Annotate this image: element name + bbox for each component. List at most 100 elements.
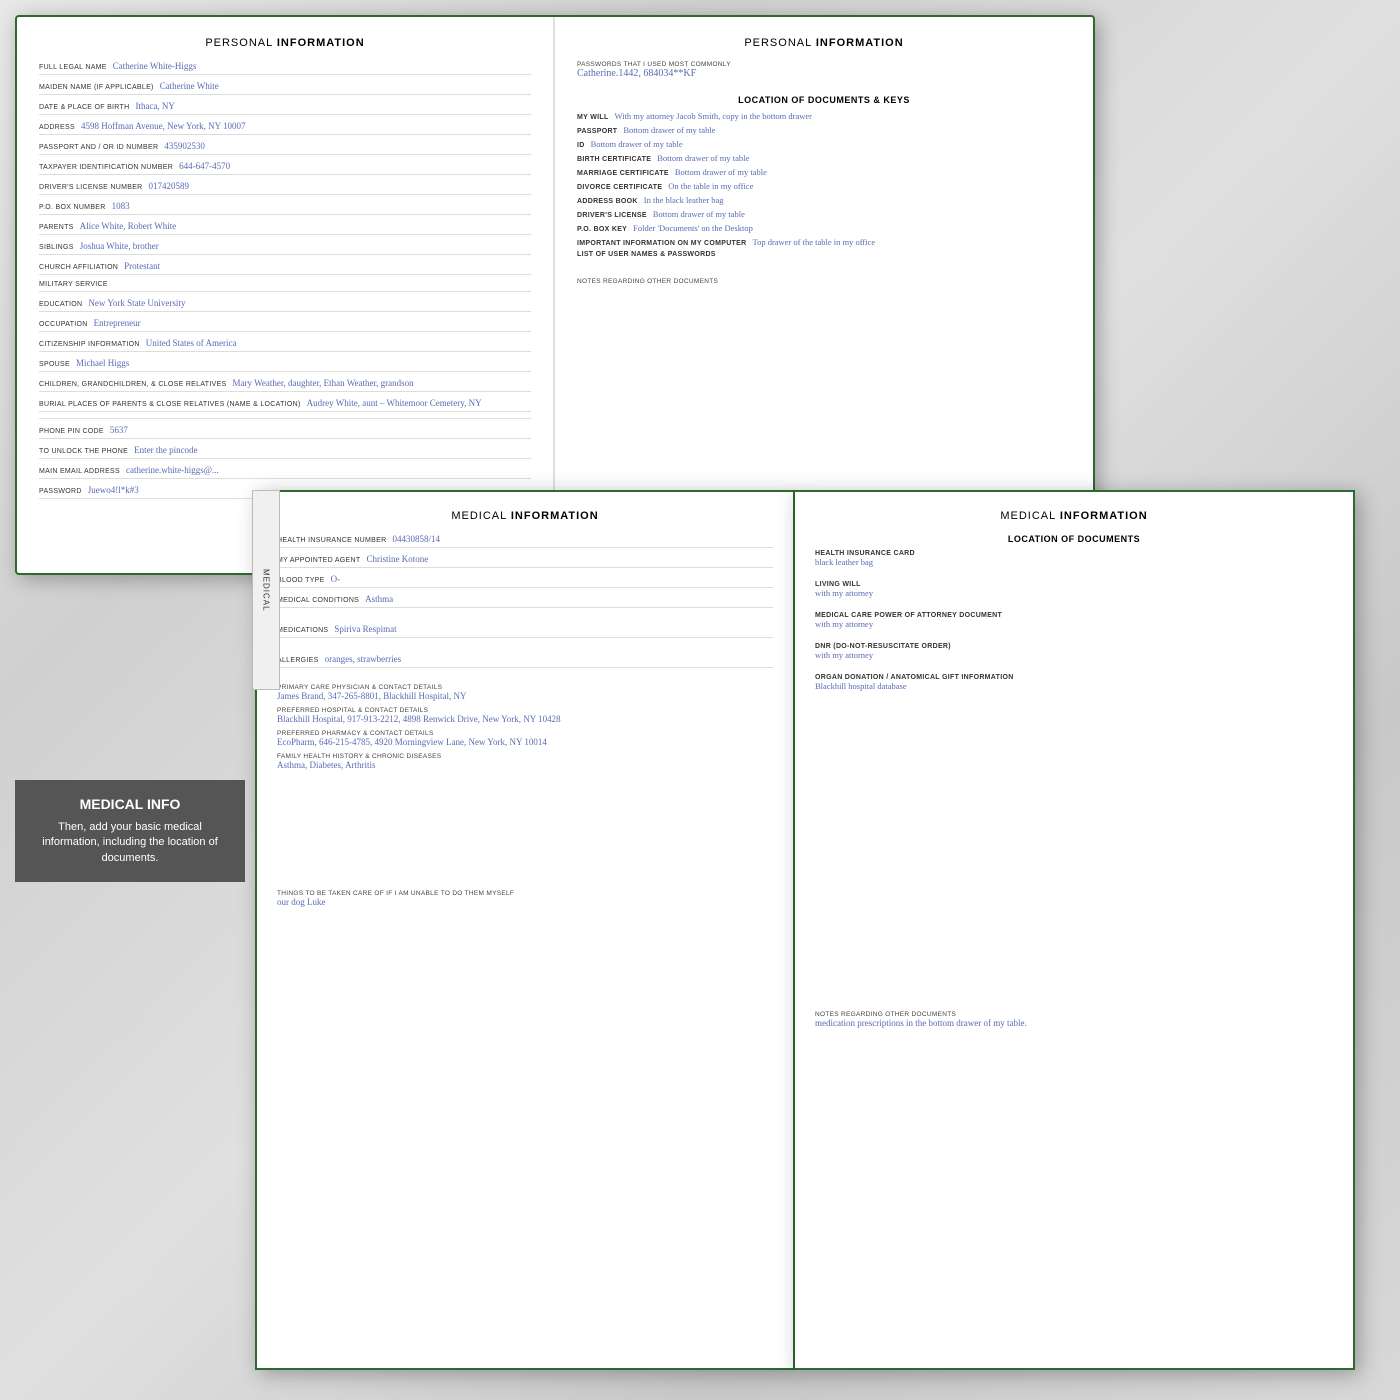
field-conditions: MEDICAL CONDITIONS Asthma [277, 594, 773, 608]
field-dob: DATE & PLACE OF BIRTH Ithaca, NY [39, 101, 531, 115]
med-tooltip-text: Then, add your basic medical information… [31, 820, 229, 866]
medical-info-left-book: MEDICAL INFORMATION HEALTH INSURANCE NUM… [255, 490, 795, 1370]
field-maiden-name: MAIDEN NAME (IF APPLICABLE) Catherine Wh… [39, 81, 531, 95]
value-conditions: Asthma [365, 594, 773, 604]
label-taxpayer: TAXPAYER IDENTIFICATION NUMBER [39, 164, 173, 171]
value-spouse: Michael Higgs [76, 358, 531, 368]
value-maiden-name: Catherine White [160, 81, 531, 91]
label-spouse: SPOUSE [39, 361, 70, 368]
field-health-ins: HEALTH INSURANCE NUMBER 04430858/14 [277, 534, 773, 548]
medical-right-sidebar-tabs: MEDICAL ARRANGEMENTS DEPENDENTS FINANCE … [1353, 492, 1355, 1368]
value-children: Mary Weather, daughter, Ethan Weather, g… [233, 378, 531, 388]
tab-finance[interactable]: FINANCE [1093, 335, 1095, 414]
value-church: Protestant [124, 261, 531, 271]
med-loc-poa: MEDICAL CARE POWER OF ATTORNEY DOCUMENT … [815, 612, 1333, 629]
label-unlock-phone: TO UNLOCK THE PHONE [39, 448, 128, 455]
field-taxpayer: TAXPAYER IDENTIFICATION NUMBER 644-647-4… [39, 161, 531, 175]
tab-arrangements[interactable]: ARRANGEMENTS [1093, 176, 1095, 255]
med-tab-key-contacts[interactable]: KEY CONTACTS [1353, 1243, 1355, 1368]
value-health-ins: 04430858/14 [392, 534, 773, 544]
page-container: PERSONAL INFORMATION FULL LEGAL NAME Cat… [0, 0, 1400, 1400]
passwords-value: Catherine.1442, 684034**KF [577, 68, 1071, 79]
medical-spine: MEDICAL [252, 490, 280, 690]
label-passport: PASSPORT AND / OR ID NUMBER [39, 144, 158, 151]
loc-usernames: LIST OF USER NAMES & PASSWORDS [577, 251, 1071, 258]
med-tooltip-title: MEDICAL INFO [31, 796, 229, 812]
label-address: ADDRESS [39, 124, 75, 131]
family-health-label: FAMILY HEALTH HISTORY & CHRONIC DISEASES [277, 753, 773, 760]
medical-left-page: MEDICAL INFORMATION HEALTH INSURANCE NUM… [257, 492, 793, 925]
notes-section: NOTES REGARDING OTHER DOCUMENTS [577, 278, 1071, 285]
field-allergies: ALLERGIES oranges, strawberries [277, 654, 773, 668]
med-tab-dependents[interactable]: DEPENDENTS [1353, 742, 1355, 867]
hospital-label: PREFERRED HOSPITAL & CONTACT DETAILS [277, 707, 773, 714]
label-maiden-name: MAIDEN NAME (IF APPLICABLE) [39, 84, 154, 91]
value-dob: Ithaca, NY [135, 101, 531, 111]
left-page-title: PERSONAL INFORMATION [39, 37, 531, 49]
label-password: PASSWORD [39, 488, 82, 495]
medical-info-tooltip: MEDICAL INFO Then, add your basic medica… [15, 780, 245, 882]
loc-birth-cert: BIRTH CERTIFICATE Bottom drawer of my ta… [577, 153, 1071, 163]
field-parents: PARENTS Alice White, Robert White [39, 221, 531, 235]
field-spouse: SPOUSE Michael Higgs [39, 358, 531, 372]
loc-divorce-cert: DIVORCE CERTIFICATE On the table in my o… [577, 181, 1071, 191]
loc-passport: PASSPORT Bottom drawer of my table [577, 125, 1071, 135]
label-education: EDUCATION [39, 301, 82, 308]
label-blood-type: BLOOD TYPE [277, 577, 325, 584]
med-notes-section: NOTES REGARDING OTHER DOCUMENTS medicati… [815, 1011, 1333, 1028]
label-agent: MY APPOINTED AGENT [277, 557, 360, 564]
value-address: 4598 Hoffman Avenue, New York, NY 10007 [81, 121, 531, 131]
med-loc-organ: ORGAN DONATION / ANATOMICAL GIFT INFORMA… [815, 674, 1333, 691]
label-citizenship: CITIZENSHIP INFORMATION [39, 341, 140, 348]
loc-marriage-cert: MARRIAGE CERTIFICATE Bottom drawer of my… [577, 167, 1071, 177]
things-section: THINGS TO BE TAKEN CARE OF IF I AM UNABL… [277, 890, 773, 907]
med-tab-finance[interactable]: FINANCE [1353, 867, 1355, 992]
med-loc-living-will: LIVING WILL with my attorney [815, 581, 1333, 598]
tab-business[interactable]: BUSINESS [1093, 414, 1095, 493]
field-church: CHURCH AFFILIATION Protestant [39, 261, 531, 275]
tab-personal[interactable]: PERSONAL [1093, 17, 1095, 96]
label-occupation: OCCUPATION [39, 321, 88, 328]
label-medications: MEDICATIONS [277, 627, 328, 634]
field-burial: BURIAL PLACES OF PARENTS & CLOSE RELATIV… [39, 398, 531, 412]
field-blood-type: BLOOD TYPE O- [277, 574, 773, 588]
value-allergies: oranges, strawberries [325, 654, 773, 664]
field-unlock-phone: TO UNLOCK THE PHONE Enter the pincode [39, 445, 531, 459]
field-education: EDUCATION New York State University [39, 298, 531, 312]
med-tab-arrangements[interactable]: ARRANGEMENTS [1353, 617, 1355, 742]
label-burial: BURIAL PLACES OF PARENTS & CLOSE RELATIV… [39, 401, 301, 408]
medical-info-right-book: MEDICAL INFORMATION LOCATION OF DOCUMENT… [795, 490, 1355, 1370]
things-value: our dog Luke [277, 897, 773, 907]
label-pobox: P.O. BOX NUMBER [39, 204, 106, 211]
field-children: CHILDREN, GRANDCHILDREN, & CLOSE RELATIV… [39, 378, 531, 392]
loc-pobox-key: P.O. BOX KEY Folder 'Documents' on the D… [577, 223, 1071, 233]
value-citizenship: United States of America [146, 338, 531, 348]
med-tab-medical[interactable]: MEDICAL [1353, 492, 1355, 617]
allergies-section: ALLERGIES oranges, strawberries [277, 654, 773, 668]
value-unlock-phone: Enter the pincode [134, 445, 531, 455]
passwords-label: PASSWORDS THAT I USED MOST COMMONLY [577, 61, 1071, 68]
med-notes-label: NOTES REGARDING OTHER DOCUMENTS [815, 1011, 1333, 1018]
med-loc-dnr: DNR (DO-NOT-RESUSCITATE ORDER) with my a… [815, 643, 1333, 660]
label-children: CHILDREN, GRANDCHILDREN, & CLOSE RELATIV… [39, 381, 227, 388]
value-taxpayer: 644-647-4570 [179, 161, 531, 171]
physician-value: James Brand, 347-265-8801, Blackhill Hos… [277, 691, 773, 701]
field-pobox: P.O. BOX NUMBER 1083 [39, 201, 531, 215]
medical-left-title: MEDICAL INFORMATION [277, 510, 773, 522]
med-tab-business[interactable]: BUSINESS [1353, 993, 1355, 1118]
tab-medical[interactable]: MEDICAL [1093, 96, 1095, 175]
field-email: MAIN EMAIL ADDRESS catherine.white-higgs… [39, 465, 531, 479]
label-military: MILITARY SERVICE [39, 281, 108, 288]
value-siblings: Joshua White, brother [80, 241, 531, 251]
loc-will: MY WILL With my attorney Jacob Smith, co… [577, 111, 1071, 121]
label-license: DRIVER'S LICENSE NUMBER [39, 184, 143, 191]
value-passport: 435902530 [164, 141, 531, 151]
med-tab-beneficiaries[interactable]: BENEFICIARIES [1353, 1118, 1355, 1243]
field-license: DRIVER'S LICENSE NUMBER 017420589 [39, 181, 531, 195]
tab-dependents[interactable]: DEPENDENTS [1093, 255, 1095, 334]
label-dob: DATE & PLACE OF BIRTH [39, 104, 129, 111]
medical-spine-label: MEDICAL [262, 569, 271, 612]
pharmacy-value: EcoPharm, 646-215-4785, 4920 Morningview… [277, 737, 773, 747]
value-blood-type: O- [331, 574, 773, 584]
field-passport: PASSPORT AND / OR ID NUMBER 435902530 [39, 141, 531, 155]
